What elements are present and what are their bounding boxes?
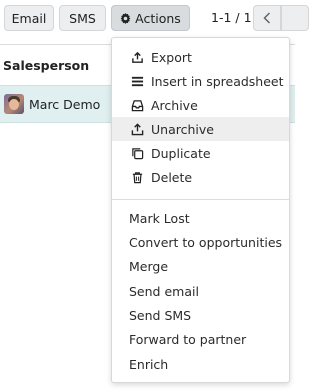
control-panel-toolbar: Email SMS Actions 1-1 / 1 — [0, 0, 309, 40]
actions-button[interactable]: Actions — [111, 5, 190, 31]
menu-item-label: Unarchive — [151, 121, 214, 137]
menu-item-send-sms[interactable]: Send SMS — [112, 303, 289, 327]
menu-item-export[interactable]: Export — [112, 45, 289, 69]
gear-icon — [120, 12, 131, 24]
unarchive-icon — [131, 122, 144, 135]
menu-item-label: Delete — [151, 169, 193, 185]
column-header-salesperson[interactable]: Salesperson — [3, 58, 89, 73]
trash-icon — [132, 171, 143, 183]
avatar — [4, 94, 24, 114]
menu-item-mark-lost[interactable]: Mark Lost — [112, 206, 289, 230]
menu-item-label: Insert in spreadsheet — [151, 73, 284, 89]
menu-item-archive[interactable]: Archive — [112, 93, 289, 117]
menu-item-label: Duplicate — [151, 145, 211, 161]
actions-button-label: Actions — [135, 10, 181, 26]
menu-item-delete[interactable]: Delete — [112, 165, 289, 189]
salesperson-cell: Marc Demo — [29, 96, 101, 112]
copy-icon — [132, 147, 144, 159]
list-icon — [131, 76, 144, 86]
menu-item-label: Export — [151, 49, 192, 65]
archive-icon — [131, 99, 144, 111]
sms-button[interactable]: SMS — [59, 5, 106, 31]
menu-item-send-email[interactable]: Send email — [112, 279, 289, 303]
upload-icon — [132, 51, 143, 63]
chevron-left-icon — [263, 12, 271, 24]
menu-divider — [112, 199, 289, 200]
actions-dropdown-menu: Export Insert in spreadsheet Archive Una… — [111, 37, 290, 383]
menu-item-merge[interactable]: Merge — [112, 254, 289, 278]
menu-item-unarchive[interactable]: Unarchive — [112, 117, 289, 141]
menu-item-enrich[interactable]: Enrich — [112, 352, 289, 376]
pager-value[interactable]: 1-1 / 1 — [211, 10, 252, 25]
menu-item-duplicate[interactable]: Duplicate — [112, 141, 289, 165]
email-button[interactable]: Email — [4, 5, 54, 31]
menu-item-forward-to-partner[interactable]: Forward to partner — [112, 327, 289, 351]
menu-item-label: Archive — [151, 97, 198, 113]
menu-item-insert-in-spreadsheet[interactable]: Insert in spreadsheet — [112, 69, 289, 93]
pager-next-button[interactable] — [281, 5, 309, 31]
menu-item-convert-to-opportunities[interactable]: Convert to opportunities — [112, 230, 289, 254]
pager-previous-button[interactable] — [253, 5, 281, 31]
